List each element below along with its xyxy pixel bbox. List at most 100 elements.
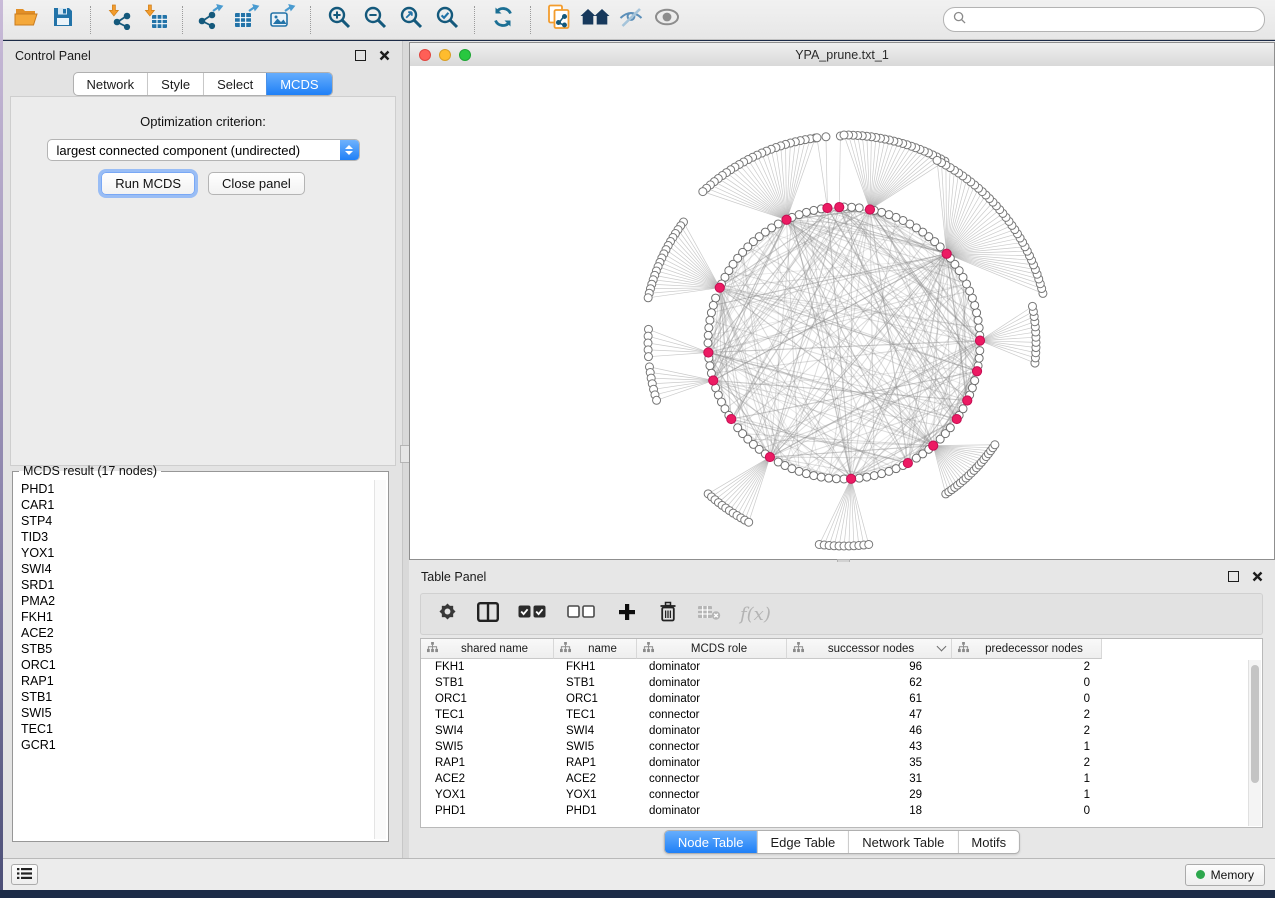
network-titlebar[interactable]: YPA_prune.txt_1 [410,43,1274,67]
cell-successor-nodes: 29 [787,789,952,801]
result-item[interactable]: FKH1 [21,609,367,625]
clone-network-button[interactable] [541,4,577,36]
first-neighbors-button[interactable] [577,4,613,36]
result-item[interactable]: PHD1 [21,481,367,497]
export-image-button[interactable] [265,4,301,36]
table-row[interactable]: STB1STB1dominator620 [421,675,1262,691]
application-window: Control Panel NetworkStyleSelectMCDS Opt… [0,0,1275,898]
table-row[interactable]: RAP1RAP1dominator352 [421,755,1262,771]
result-list-scrollbar[interactable] [374,480,386,839]
column-header-shared-name[interactable]: shared name [421,639,554,659]
column-header-name[interactable]: name [554,639,637,659]
result-item[interactable]: STB5 [21,641,367,657]
show-all-button[interactable] [649,4,685,36]
table-scrollbar-thumb[interactable] [1251,665,1259,783]
result-item[interactable]: RAP1 [21,673,367,689]
import-network-button[interactable] [101,4,137,36]
column-icon [793,642,804,656]
close-table-panel-icon[interactable] [1252,571,1263,582]
column-icon [643,642,654,656]
table-row[interactable]: FKH1FKH1dominator962 [421,659,1262,675]
zoom-fit-button[interactable] [393,4,429,36]
close-panel-icon[interactable] [379,50,390,61]
network-canvas[interactable] [410,66,1274,559]
tab-network-table[interactable]: Network Table [848,831,957,853]
function-builder-button[interactable]: f(x) [740,602,771,626]
tab-select[interactable]: Select [203,73,266,95]
column-header-predecessor-nodes[interactable]: predecessor nodes [952,639,1102,659]
zoom-in-button[interactable] [321,4,357,36]
table-row[interactable]: PHD1PHD1dominator180 [421,803,1262,819]
hide-selected-button[interactable] [613,4,649,36]
cell-predecessor-nodes: 1 [952,741,1102,753]
maximize-window-icon[interactable] [459,49,471,61]
tab-mcds[interactable]: MCDS [266,73,331,95]
column-header-MCDS-role[interactable]: MCDS role [637,639,787,659]
panel-list-button[interactable] [11,864,38,885]
result-item[interactable]: TID3 [21,529,367,545]
table-panel-titlebar: Table Panel [409,562,1275,591]
network-graph[interactable] [410,66,1274,558]
table-row[interactable]: TEC1TEC1connector472 [421,707,1262,723]
table-row[interactable]: ORC1ORC1dominator610 [421,691,1262,707]
apply-layout-button[interactable] [485,4,521,36]
table-row[interactable]: SWI4SWI4dominator462 [421,723,1262,739]
cell-predecessor-nodes: 0 [952,805,1102,817]
column-header-successor-nodes[interactable]: successor nodes [787,639,952,659]
criterion-dropdown[interactable]: largest connected component (undirected) [47,139,360,161]
result-item[interactable]: TEC1 [21,721,367,737]
open-session-button[interactable] [9,4,45,36]
select-all-button[interactable] [518,602,548,626]
close-window-icon[interactable] [419,49,431,61]
deselect-all-icon [567,604,597,624]
table-row[interactable]: SWI5SWI5connector431 [421,739,1262,755]
tab-style[interactable]: Style [147,73,203,95]
table-row[interactable]: YOX1YOX1connector291 [421,787,1262,803]
memory-button[interactable]: Memory [1185,864,1265,886]
result-item[interactable]: YOX1 [21,545,367,561]
tab-network[interactable]: Network [73,73,147,95]
search-input[interactable] [971,12,1255,28]
add-row-button[interactable] [616,602,638,626]
cell-predecessor-nodes: 2 [952,709,1102,721]
result-item[interactable]: ACE2 [21,625,367,641]
minimize-window-icon[interactable] [439,49,451,61]
tab-node-table[interactable]: Node Table [665,831,757,853]
run-mcds-button[interactable]: Run MCDS [101,172,195,195]
close-panel-button[interactable]: Close panel [208,172,305,195]
delete-row-button[interactable] [657,602,679,626]
float-table-panel-icon[interactable] [1228,571,1239,582]
toolbar-separator [474,6,476,34]
cell-MCDS-role: dominator [637,677,787,689]
result-item[interactable]: CAR1 [21,497,367,513]
tab-motifs[interactable]: Motifs [957,831,1019,853]
table-scrollbar[interactable] [1248,660,1261,826]
settings-button[interactable] [436,602,458,626]
result-item[interactable]: STP4 [21,513,367,529]
delete-table-button[interactable] [698,602,721,626]
zoom-out-button[interactable] [357,4,393,36]
export-image-icon [270,4,296,35]
export-network-button[interactable] [193,4,229,36]
export-table-button[interactable] [229,4,265,36]
result-item[interactable]: SWI5 [21,705,367,721]
search-box[interactable] [943,7,1265,32]
result-item[interactable]: ORC1 [21,657,367,673]
cell-shared-name: PHD1 [421,805,554,817]
table-row[interactable]: ACE2ACE2connector311 [421,771,1262,787]
result-item[interactable]: SWI4 [21,561,367,577]
clone-network-icon [547,4,571,35]
split-view-button[interactable] [477,602,499,626]
import-table-button[interactable] [137,4,173,36]
deselect-all-button[interactable] [567,602,597,626]
result-item[interactable]: SRD1 [21,577,367,593]
zoom-selected-button[interactable] [429,4,465,36]
cell-MCDS-role: connector [637,773,787,785]
float-panel-icon[interactable] [355,50,366,61]
zoom-selected-icon [435,5,459,34]
tab-edge-table[interactable]: Edge Table [756,831,848,853]
result-item[interactable]: STB1 [21,689,367,705]
save-session-button[interactable] [45,4,81,36]
result-item[interactable]: PMA2 [21,593,367,609]
result-item[interactable]: GCR1 [21,737,367,753]
